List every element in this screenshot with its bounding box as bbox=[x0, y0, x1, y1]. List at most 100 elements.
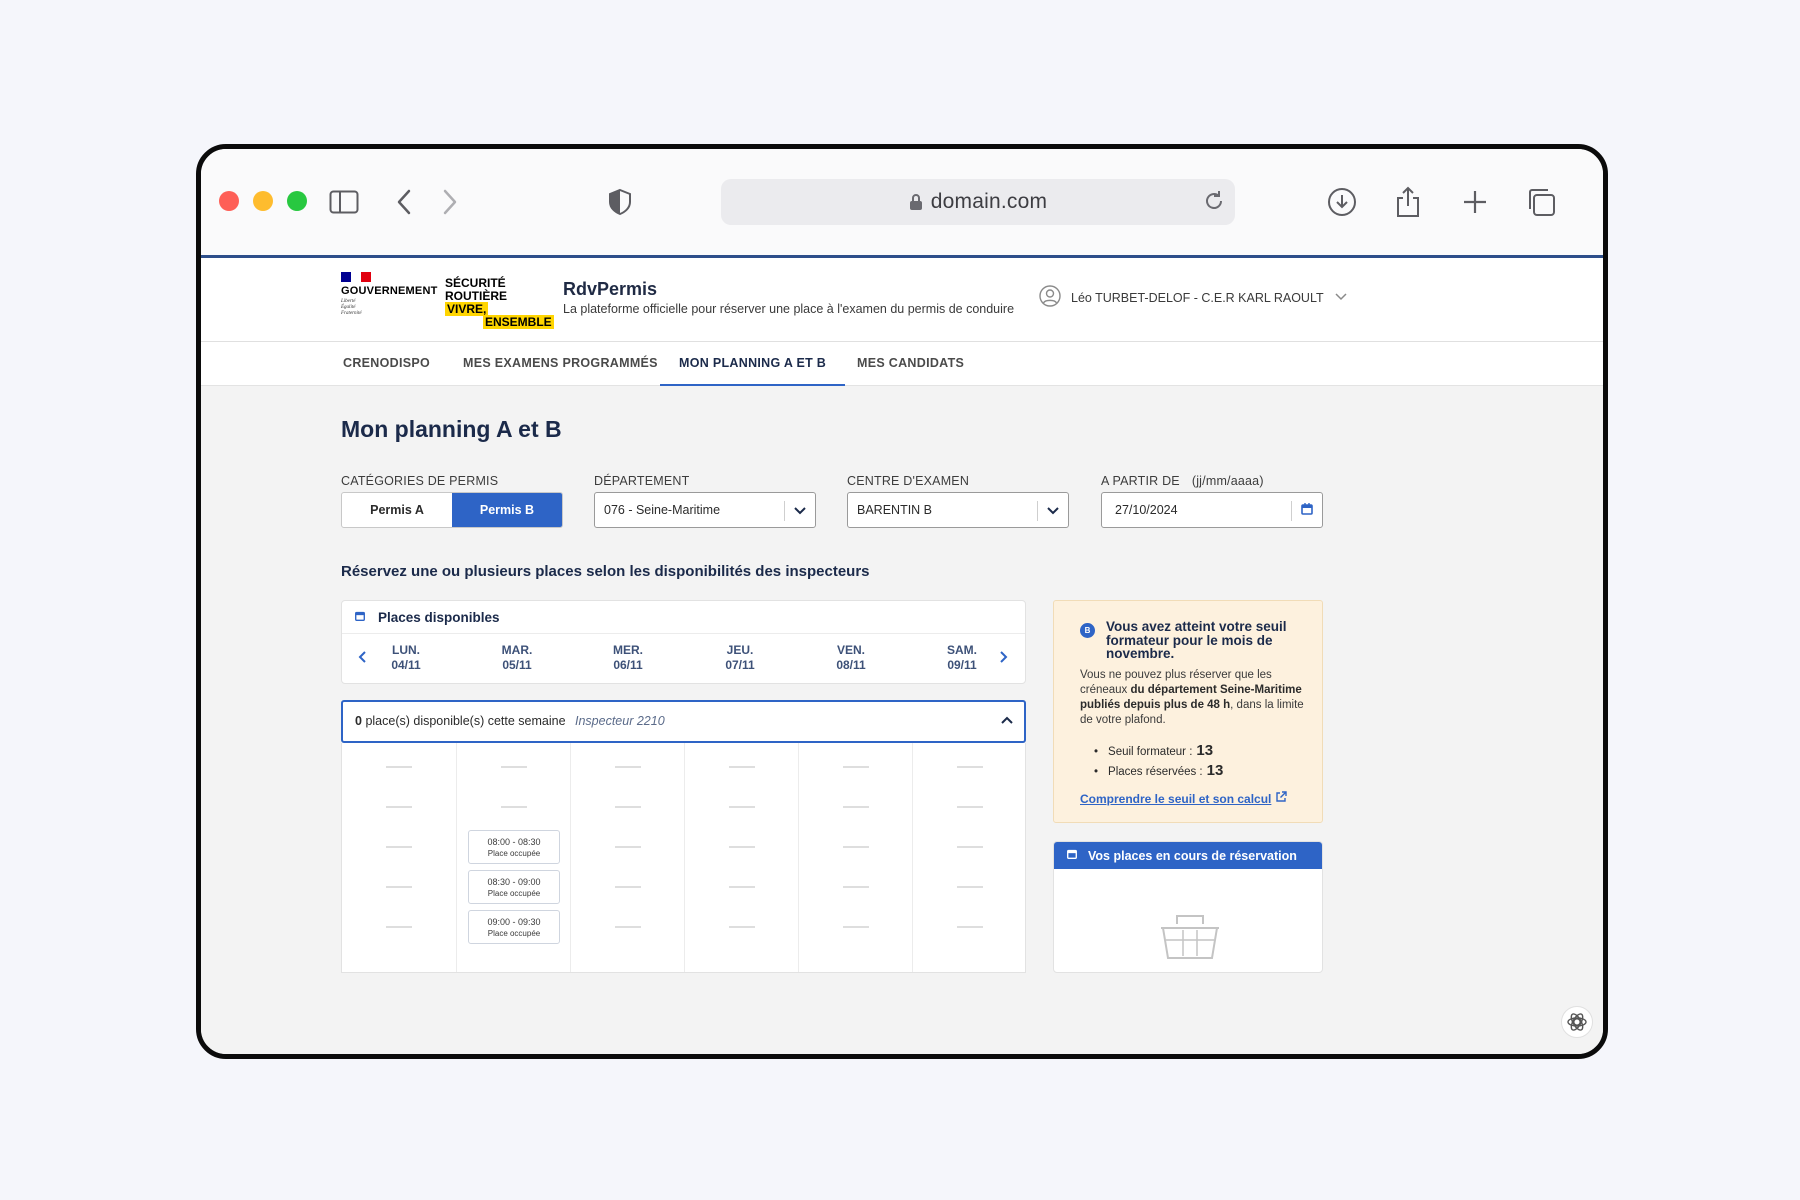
external-link-icon bbox=[1275, 791, 1288, 806]
next-week-button[interactable] bbox=[998, 650, 1008, 669]
site-header: GOUVERNEMENT Liberté Égalité Fraternité … bbox=[201, 258, 1603, 342]
share-icon[interactable] bbox=[1391, 185, 1425, 219]
sr-line: ROUTIÈRE VIVRE, bbox=[445, 290, 549, 316]
notice-stats: Seuil formateur :13 Places réservées :13 bbox=[1094, 742, 1223, 782]
window-controls bbox=[219, 191, 307, 211]
user-name: Léo TURBET-DELOF - C.E.R KARL RAOULT bbox=[1071, 290, 1324, 305]
stat-value: 13 bbox=[1196, 742, 1214, 759]
nav-item-mes-examens[interactable]: MES EXAMENS PROGRAMMÉS bbox=[463, 342, 658, 386]
sidebar-toggle-icon[interactable] bbox=[327, 185, 361, 219]
chevron-down-icon bbox=[793, 504, 807, 518]
assistant-icon[interactable] bbox=[1561, 1006, 1593, 1038]
government-name: GOUVERNEMENT bbox=[341, 285, 438, 297]
chevron-right-icon bbox=[998, 650, 1008, 669]
nav-item-crenodispo[interactable]: CRENODISPO bbox=[343, 342, 430, 386]
sr-highlight: ENSEMBLE bbox=[483, 315, 554, 329]
day-date: 05/11 bbox=[502, 658, 532, 672]
occupied-slot[interactable]: 09:00 - 09:30 Place occupée bbox=[468, 910, 560, 944]
forward-icon[interactable] bbox=[433, 185, 467, 219]
stat-label: Seuil formateur : bbox=[1108, 746, 1193, 758]
places-count-number: 0 bbox=[355, 714, 362, 728]
site-title[interactable]: RdvPermis bbox=[563, 279, 657, 300]
day-name: MAR. bbox=[501, 643, 533, 657]
page-title: Mon planning A et B bbox=[341, 416, 562, 442]
day-slots-column bbox=[684, 743, 798, 972]
day-column-header[interactable]: MER. 06/11 bbox=[593, 643, 663, 673]
day-column-header[interactable]: SAM. 09/11 bbox=[927, 643, 997, 673]
occupied-slot[interactable]: 08:00 - 08:30 Place occupée bbox=[468, 830, 560, 864]
date-label-text: A PARTIR DE bbox=[1101, 474, 1180, 488]
input-separator bbox=[1291, 501, 1292, 521]
day-name: MER. bbox=[613, 643, 643, 657]
day-column-header[interactable]: VEN. 08/11 bbox=[816, 643, 886, 673]
securite-routiere-logo[interactable]: SÉCURITÉ ROUTIÈRE VIVRE, ENSEMBLE bbox=[445, 277, 554, 329]
day-name: JEU. bbox=[726, 643, 754, 657]
previous-week-button[interactable] bbox=[358, 650, 368, 669]
address-bar[interactable]: domain.com bbox=[721, 179, 1235, 225]
notice-title: Vous avez atteint votre seuil formateur … bbox=[1106, 619, 1287, 661]
day-column-header[interactable]: MAR. 05/11 bbox=[482, 643, 552, 673]
divider bbox=[342, 633, 1025, 634]
empty-slot-dash bbox=[729, 926, 755, 928]
permis-b-button[interactable]: Permis B bbox=[452, 493, 562, 527]
tabs-overview-icon[interactable] bbox=[1524, 185, 1558, 219]
empty-slot-dash bbox=[386, 766, 412, 768]
stat-value: 13 bbox=[1206, 762, 1224, 779]
permis-a-button[interactable]: Permis A bbox=[342, 493, 452, 527]
section-heading: Réservez une ou plusieurs places selon l… bbox=[341, 563, 870, 580]
select-separator bbox=[784, 501, 785, 521]
date-label: A PARTIR DE (jj/mm/aaaa) bbox=[1101, 474, 1264, 488]
day-slots-column bbox=[798, 743, 912, 972]
empty-basket-icon bbox=[1157, 910, 1223, 960]
sr-line: ENSEMBLE bbox=[445, 315, 554, 329]
reload-icon[interactable] bbox=[1203, 190, 1225, 212]
centre-select[interactable]: BARENTIN B bbox=[847, 492, 1069, 528]
chevron-up-icon[interactable] bbox=[1000, 714, 1014, 728]
government-logo[interactable]: GOUVERNEMENT Liberté Égalité Fraternité bbox=[341, 272, 438, 317]
slot-status: Place occupée bbox=[487, 889, 541, 898]
calendar-icon bbox=[354, 610, 366, 625]
sr-highlight: VIVRE, bbox=[445, 302, 489, 316]
main-nav: CRENODISPO MES EXAMENS PROGRAMMÉS MON PL… bbox=[201, 342, 1603, 386]
empty-slot-dash bbox=[729, 846, 755, 848]
reservation-panel-header: Vos places en cours de réservation bbox=[1054, 842, 1322, 869]
occupied-slot[interactable]: 08:30 - 09:00 Place occupée bbox=[468, 870, 560, 904]
empty-slot-dash bbox=[957, 806, 983, 808]
places-reservees-stat: Places réservées :13 bbox=[1094, 762, 1223, 782]
centre-value: BARENTIN B bbox=[857, 503, 933, 517]
inspector-accordion-header[interactable]: 0 place(s) disponible(s) cette semaine I… bbox=[341, 700, 1026, 743]
inspector-slots-grid: 08:00 - 08:30 Place occupée 08:30 - 09:0… bbox=[341, 743, 1026, 973]
close-window-button[interactable] bbox=[219, 191, 239, 211]
back-icon[interactable] bbox=[387, 185, 421, 219]
empty-slot-dash bbox=[729, 806, 755, 808]
empty-slot-dash bbox=[729, 886, 755, 888]
date-input[interactable]: 27/10/2024 bbox=[1101, 492, 1323, 528]
minimize-window-button[interactable] bbox=[253, 191, 273, 211]
day-slots-column bbox=[570, 743, 684, 972]
new-tab-icon[interactable] bbox=[1458, 185, 1492, 219]
site-subtitle: La plateforme officielle pour réserver u… bbox=[563, 302, 1015, 316]
notice-body: Vous ne pouvez plus réserver que les cré… bbox=[1080, 668, 1310, 728]
stat-label: Places réservées : bbox=[1108, 766, 1203, 778]
shield-icon[interactable] bbox=[603, 185, 637, 219]
nav-item-mes-candidats[interactable]: MES CANDIDATS bbox=[857, 342, 964, 386]
empty-slot-dash bbox=[729, 766, 755, 768]
user-menu[interactable]: Léo TURBET-DELOF - C.E.R KARL RAOULT bbox=[1039, 285, 1348, 310]
empty-slot-dash bbox=[386, 846, 412, 848]
reservation-panel: Vos places en cours de réservation bbox=[1053, 841, 1323, 973]
seuil-explanation-link[interactable]: Comprendre le seuil et son calcul bbox=[1080, 791, 1288, 806]
nav-item-mon-planning[interactable]: MON PLANNING A ET B bbox=[660, 342, 846, 386]
calendar-icon[interactable] bbox=[1300, 502, 1314, 516]
slot-status: Place occupée bbox=[487, 849, 541, 858]
download-icon[interactable] bbox=[1325, 185, 1359, 219]
french-flag-icon bbox=[341, 272, 371, 282]
day-column-header[interactable]: JEU. 07/11 bbox=[705, 643, 775, 673]
calendar-icon bbox=[1066, 848, 1078, 863]
day-column-header[interactable]: LUN. 04/11 bbox=[371, 643, 441, 673]
motto-line: Fraternité bbox=[341, 311, 362, 316]
departement-select[interactable]: 076 - Seine-Maritime bbox=[594, 492, 816, 528]
zoom-window-button[interactable] bbox=[287, 191, 307, 211]
day-date: 06/11 bbox=[613, 658, 643, 672]
empty-slot-dash bbox=[957, 926, 983, 928]
empty-slot-dash bbox=[615, 926, 641, 928]
